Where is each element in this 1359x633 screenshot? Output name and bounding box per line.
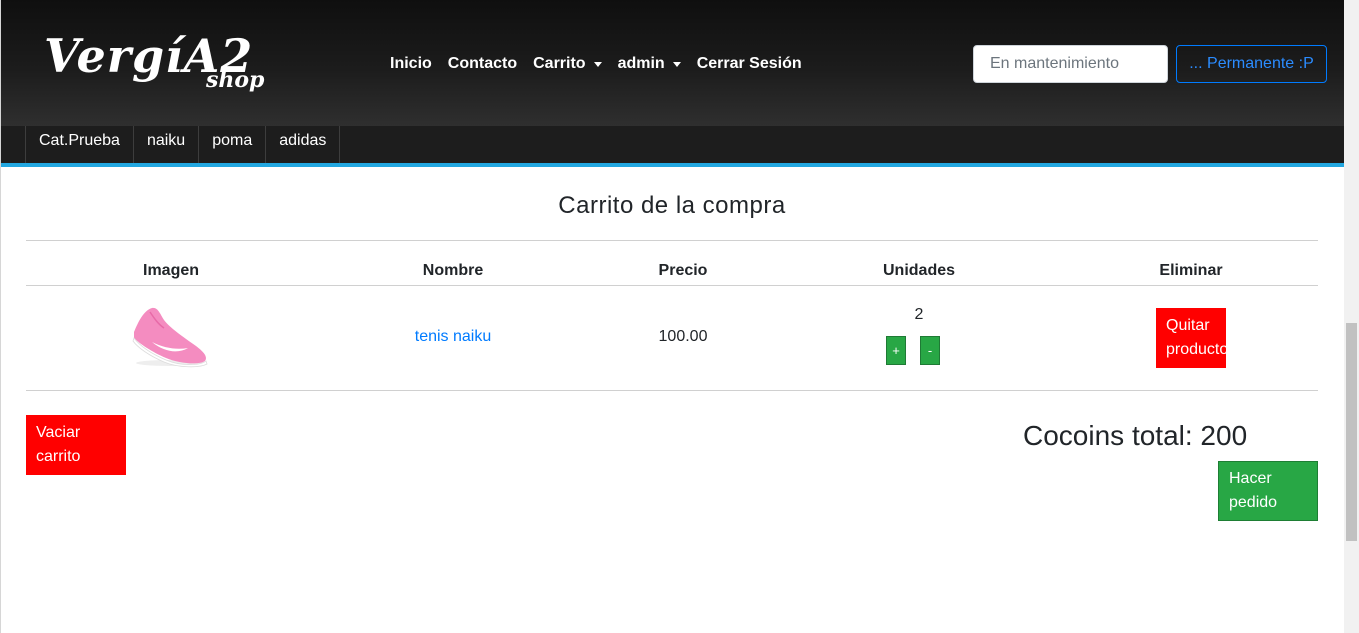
nav-carrito-dropdown[interactable]: Carrito	[533, 55, 602, 73]
product-price: 100.00	[658, 328, 708, 345]
quantity-value: 2	[914, 306, 924, 323]
column-header-image: Imagen	[142, 262, 200, 279]
scrollbar-thumb[interactable]	[1346, 323, 1357, 541]
decrease-quantity-button[interactable]: -	[920, 336, 940, 365]
caret-down-icon	[593, 61, 602, 67]
pink-sneaker-icon	[132, 307, 208, 368]
empty-cart-button[interactable]: Vaciar carrito	[26, 415, 126, 475]
category-item[interactable]: Cat.Prueba	[25, 126, 134, 163]
column-header-remove: Eliminar	[1159, 262, 1223, 279]
main-nav: Inicio Contacto Carrito admin Cerrar Ses…	[390, 52, 802, 76]
divider	[26, 285, 1318, 286]
nav-admin-dropdown[interactable]: admin	[618, 55, 681, 73]
cart-total: Cocoins total: 200	[1023, 420, 1248, 451]
place-order-button[interactable]: Hacer pedido	[1218, 461, 1318, 521]
permanent-button[interactable]: ... Permanente :P	[1176, 45, 1327, 83]
remove-product-button[interactable]: Quitar producto	[1156, 308, 1226, 368]
category-list: Cat.Prueba naiku poma adidas	[25, 126, 341, 163]
nav-carrito-label: Carrito	[533, 55, 586, 72]
caret-down-icon	[672, 61, 681, 67]
nav-contacto[interactable]: Contacto	[448, 55, 517, 73]
product-link[interactable]: tenis naiku	[415, 328, 492, 346]
column-header-units: Unidades	[882, 262, 956, 279]
nav-admin-label: admin	[617, 55, 665, 72]
divider	[26, 240, 1318, 241]
nav-inicio[interactable]: Inicio	[390, 55, 432, 73]
search-input[interactable]	[973, 45, 1168, 83]
page-title: Carrito de la compra	[558, 192, 786, 219]
category-item[interactable]: poma	[198, 126, 267, 163]
category-item[interactable]: naiku	[132, 126, 200, 163]
nav-cerrar-sesion[interactable]: Cerrar Sesión	[697, 55, 802, 73]
category-item[interactable]: adidas	[265, 126, 341, 163]
logo-sub-text: shop	[206, 67, 265, 93]
site-logo[interactable]: VergíA2 shop	[44, 26, 274, 98]
divider	[26, 390, 1318, 391]
top-navbar: VergíA2 shop Inicio Contacto Carrito adm…	[0, 0, 1344, 126]
column-header-price: Precio	[658, 262, 708, 279]
category-bar: Cat.Prueba naiku poma adidas	[0, 126, 1344, 167]
increase-quantity-button[interactable]: +	[886, 336, 906, 365]
column-header-name: Nombre	[422, 262, 484, 279]
